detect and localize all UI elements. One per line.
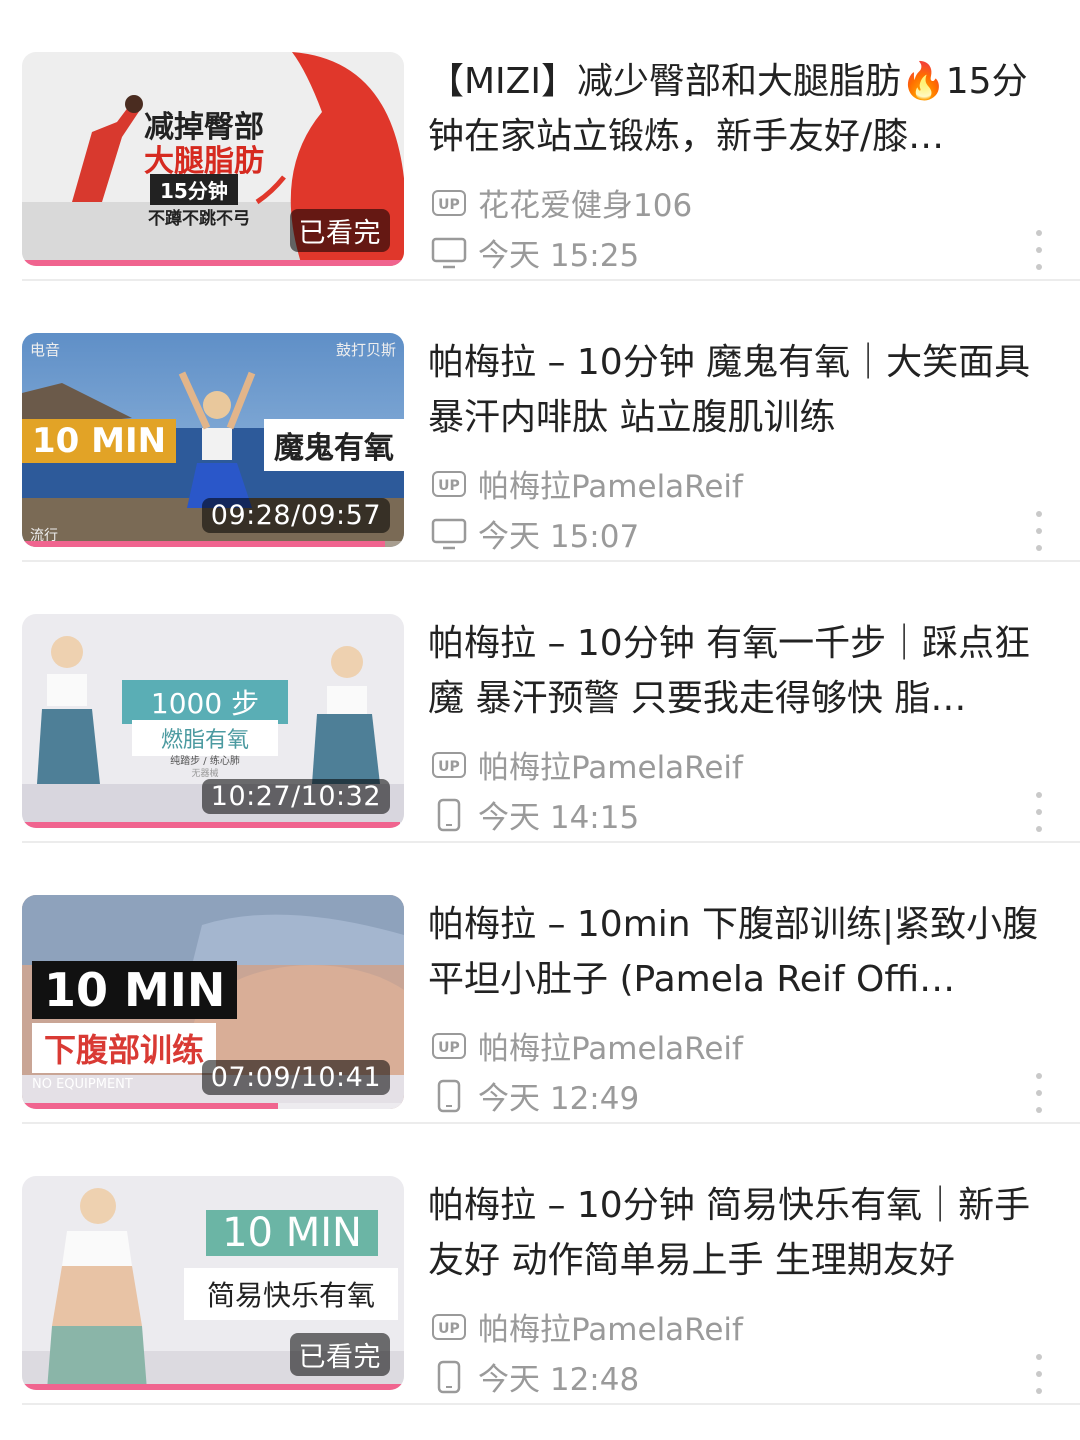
video-item[interactable]: 10 MIN 简易快乐有氧 已看完 帕梅拉 – 10分钟 简易快乐有氧｜新手友好… [0, 1124, 1080, 1405]
video-thumbnail[interactable]: 10 MIN 简易快乐有氧 已看完 [22, 1176, 404, 1390]
video-thumbnail[interactable]: 1000 步 燃脂有氧 纯踏步 / 练心肺 无器械 10:27/10:32 [22, 614, 404, 828]
up-icon: UP [430, 1027, 468, 1065]
thumb-text-tiny: 无器械 [191, 769, 219, 779]
uploader-row[interactable]: UP 花花爱健身106 [430, 180, 692, 225]
thumb-text-tag: 燃脂有氧 [132, 720, 278, 756]
divider [22, 1403, 1080, 1405]
uploader-name: 帕梅拉PamelaReif [478, 1031, 743, 1067]
thumb-text-big: 10 MIN [32, 961, 238, 1019]
watch-time: 今天 12:48 [478, 1362, 640, 1398]
thumb-text-tag: 下腹部训练 [32, 1023, 217, 1073]
watched-badge: 已看完 [289, 209, 390, 252]
more-options-icon[interactable] [1034, 230, 1044, 270]
video-item[interactable]: 10 MIN 下腹部训练 NO EQUIPMENT 07:09/10:41 帕梅… [0, 843, 1080, 1124]
watch-time-row: 今天 15:25 [430, 230, 639, 275]
more-options-icon[interactable] [1034, 792, 1044, 832]
thumb-text-line4: 不蹲不跳不弓 [148, 209, 250, 229]
thumb-text-small: 纯踏步 / 练心肺 [170, 756, 240, 767]
video-item[interactable]: 1000 步 燃脂有氧 纯踏步 / 练心肺 无器械 10:27/10:32 帕梅… [0, 562, 1080, 843]
thumb-text-big: 1000 步 [122, 680, 288, 724]
video-item[interactable]: 电音 鼓打贝斯 10 MIN 魔鬼有氧 流行 09:28/09:57 帕梅拉 –… [0, 281, 1080, 562]
watch-time: 今天 15:07 [478, 519, 640, 555]
monitor-icon [430, 234, 468, 272]
uploader-row[interactable]: UP 帕梅拉PamelaReif [430, 742, 743, 787]
duration-badge: 10:27/10:32 [201, 779, 390, 814]
svg-text:UP: UP [438, 478, 460, 494]
up-icon: UP [430, 746, 468, 784]
up-icon: UP [430, 1308, 468, 1346]
watched-badge: 已看完 [289, 1333, 390, 1376]
video-title[interactable]: 【MIZI】减少臀部和大腿脂肪🔥15分钟在家站立锻炼，新手友好/膝… [428, 54, 1056, 164]
thumb-text-line3: 15分钟 [150, 174, 238, 205]
phone-icon [430, 1077, 468, 1115]
watch-time-row: 今天 12:49 [430, 1073, 639, 1118]
video-thumbnail[interactable]: 10 MIN 下腹部训练 NO EQUIPMENT 07:09/10:41 [22, 895, 404, 1109]
uploader-name: 花花爱健身106 [478, 188, 693, 224]
uploader-row[interactable]: UP 帕梅拉PamelaReif [430, 461, 743, 506]
uploader-name: 帕梅拉PamelaReif [478, 750, 743, 786]
progress-bar [22, 541, 385, 547]
video-title[interactable]: 帕梅拉 – 10分钟 魔鬼有氧｜大笑面具 暴汗内啡肽 站立腹肌训练 [428, 335, 1056, 445]
monitor-icon [430, 515, 468, 553]
uploader-name: 帕梅拉PamelaReif [478, 1312, 743, 1348]
video-title[interactable]: 帕梅拉 – 10分钟 简易快乐有氧｜新手友好 动作简单易上手 生理期友好 [428, 1178, 1056, 1288]
more-options-icon[interactable] [1034, 511, 1044, 551]
thumb-text-big: 10 MIN [206, 1210, 378, 1256]
watch-time-row: 今天 12:48 [430, 1354, 639, 1399]
svg-text:UP: UP [438, 197, 460, 213]
progress-bar [22, 260, 404, 266]
progress-bar [22, 1384, 404, 1390]
video-thumbnail[interactable]: 电音 鼓打贝斯 10 MIN 魔鬼有氧 流行 09:28/09:57 [22, 333, 404, 547]
video-history-list: 减掉臀部 大腿脂肪 15分钟 不蹲不跳不弓 已看完 【MIZI】减少臀部和大腿脂… [0, 0, 1080, 1405]
thumb-text-tag: 魔鬼有氧 [264, 419, 404, 471]
video-thumbnail[interactable]: 减掉臀部 大腿脂肪 15分钟 不蹲不跳不弓 已看完 [22, 52, 404, 266]
up-icon: UP [430, 184, 468, 222]
video-title[interactable]: 帕梅拉 – 10分钟 有氧一千步｜踩点狂魔 暴汗预警 只要我走得够快 脂… [428, 616, 1056, 726]
more-options-icon[interactable] [1034, 1073, 1044, 1113]
up-icon: UP [430, 465, 468, 503]
watch-time: 今天 15:25 [478, 238, 640, 274]
watch-time: 今天 14:15 [478, 800, 640, 836]
video-title[interactable]: 帕梅拉 – 10min 下腹部训练|紧致小腹 平坦小肚子 (Pamela Rei… [428, 897, 1056, 1007]
phone-icon [430, 796, 468, 834]
svg-text:UP: UP [438, 1321, 460, 1337]
video-item[interactable]: 减掉臀部 大腿脂肪 15分钟 不蹲不跳不弓 已看完 【MIZI】减少臀部和大腿脂… [0, 0, 1080, 281]
phone-icon [430, 1358, 468, 1396]
more-options-icon[interactable] [1034, 1354, 1044, 1394]
watch-time: 今天 12:49 [478, 1081, 640, 1117]
duration-badge: 07:09/10:41 [201, 1060, 390, 1095]
thumb-text-left-top: 电音 [30, 341, 61, 359]
uploader-row[interactable]: UP 帕梅拉PamelaReif [430, 1023, 743, 1068]
progress-bar [22, 822, 401, 828]
watch-time-row: 今天 14:15 [430, 792, 639, 837]
thumb-text-big: 10 MIN [22, 419, 177, 463]
duration-badge: 09:28/09:57 [201, 498, 390, 533]
watch-time-row: 今天 15:07 [430, 511, 639, 556]
thumb-text-right-top: 鼓打贝斯 [335, 341, 396, 359]
svg-text:UP: UP [438, 1040, 460, 1056]
progress-bar [22, 1103, 278, 1109]
uploader-row[interactable]: UP 帕梅拉PamelaReif [430, 1304, 743, 1349]
thumb-text-small: NO EQUIPMENT [32, 1077, 133, 1092]
uploader-name: 帕梅拉PamelaReif [478, 469, 743, 505]
svg-text:UP: UP [438, 759, 460, 775]
thumb-text-tag: 简易快乐有氧 [184, 1268, 398, 1320]
